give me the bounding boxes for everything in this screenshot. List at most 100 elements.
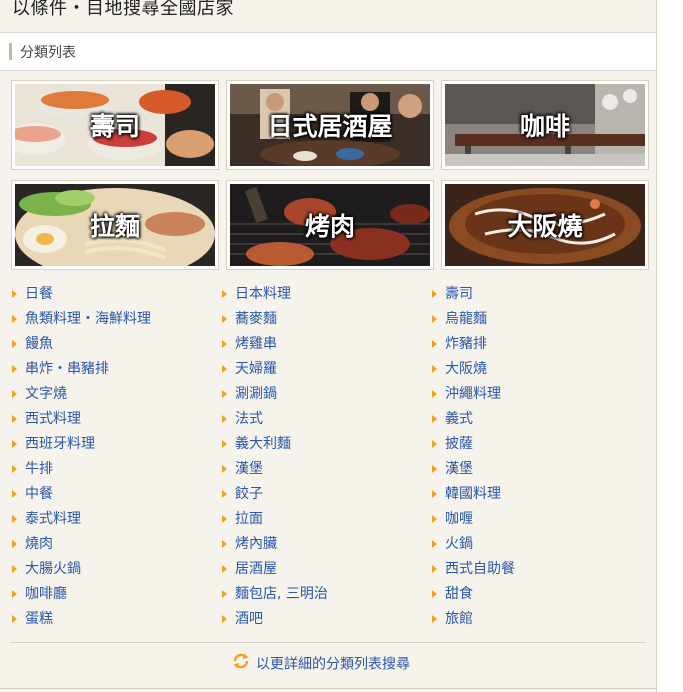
category-link[interactable]: 披薩 bbox=[432, 432, 515, 457]
arrow-right-icon bbox=[222, 565, 227, 573]
sushi-photo: 壽司 bbox=[15, 84, 215, 166]
category-link[interactable]: 日餐 bbox=[12, 282, 151, 307]
yakiniku-photo: 烤肉 bbox=[230, 184, 430, 266]
category-link[interactable]: 居酒屋 bbox=[222, 557, 328, 582]
arrow-right-icon bbox=[12, 365, 17, 373]
category-link[interactable]: 西式自助餐 bbox=[432, 557, 515, 582]
category-link-label: 咖啡廳 bbox=[25, 586, 67, 602]
category-link[interactable]: 大腸火鍋 bbox=[12, 557, 151, 582]
arrow-right-icon bbox=[432, 415, 437, 423]
arrow-right-icon bbox=[12, 540, 17, 548]
category-link[interactable]: 義式 bbox=[432, 407, 515, 432]
category-column-2: 日本料理蕎麥麵烤雞串 天婦羅 涮涮鍋法式義大利麵漢堡餃子拉面烤內臟居酒屋麵包店, 三… bbox=[222, 282, 328, 632]
arrow-right-icon bbox=[12, 465, 17, 473]
tile-sushi[interactable]: 壽司 bbox=[11, 80, 219, 170]
category-link-label: 文字燒 bbox=[25, 386, 67, 402]
category-link[interactable]: 烤內臟 bbox=[222, 532, 328, 557]
category-link[interactable]: 中餐 bbox=[12, 482, 151, 507]
category-link[interactable]: 酒吧 bbox=[222, 607, 328, 632]
category-link-label: 炸豬排 bbox=[445, 336, 487, 352]
arrow-right-icon bbox=[12, 440, 17, 448]
arrow-right-icon bbox=[12, 515, 17, 523]
category-link[interactable]: 文字燒 bbox=[12, 382, 151, 407]
arrow-right-icon bbox=[12, 590, 17, 598]
arrow-right-icon bbox=[222, 490, 227, 498]
category-link[interactable]: 串炸・串豬排 bbox=[12, 357, 151, 382]
category-link-label: 甜食 bbox=[445, 586, 473, 602]
category-link-label: 中餐 bbox=[25, 486, 53, 502]
category-link[interactable]: 漢堡 bbox=[222, 457, 328, 482]
category-link[interactable]: 韓國料理 bbox=[432, 482, 515, 507]
category-link-label: 酒吧 bbox=[235, 611, 263, 627]
category-link-label: 壽司 bbox=[445, 286, 473, 302]
arrow-right-icon bbox=[432, 340, 437, 348]
okonomiyaki-photo: 大阪燒 bbox=[445, 184, 645, 266]
arrow-right-icon bbox=[222, 390, 227, 398]
category-link[interactable]: 烏龍麵 bbox=[432, 307, 515, 332]
tile-label: 壽司 bbox=[89, 112, 140, 141]
category-link[interactable]: 日本料理 bbox=[222, 282, 328, 307]
arrow-right-icon bbox=[12, 615, 17, 623]
category-link[interactable]: 蛋糕 bbox=[12, 607, 151, 632]
category-link-label: 烤內臟 bbox=[235, 536, 277, 552]
category-link[interactable]: 天婦羅 bbox=[222, 357, 328, 382]
tile-okonomiyaki[interactable]: 大阪燒 bbox=[441, 180, 649, 270]
category-link[interactable]: 法式 bbox=[222, 407, 328, 432]
category-link-label: 麵包店, 三明治 bbox=[235, 586, 328, 602]
category-link[interactable]: 西班牙料理 bbox=[12, 432, 151, 457]
category-link[interactable]: 麵包店, 三明治 bbox=[222, 582, 328, 607]
detailed-category-search-link[interactable]: 以更詳細的分類列表搜尋 bbox=[232, 652, 410, 674]
arrow-right-icon bbox=[222, 540, 227, 548]
category-link-label: 旅館 bbox=[445, 611, 473, 627]
category-link[interactable]: 西式料理 bbox=[12, 407, 151, 432]
category-link[interactable]: 咖啡廳 bbox=[12, 582, 151, 607]
category-link[interactable]: 餃子 bbox=[222, 482, 328, 507]
category-link-label: 火鍋 bbox=[445, 536, 473, 552]
arrow-right-icon bbox=[432, 540, 437, 548]
tile-ramen[interactable]: 拉麵 bbox=[11, 180, 219, 270]
arrow-right-icon bbox=[222, 340, 227, 348]
arrow-right-icon bbox=[432, 365, 437, 373]
category-link[interactable]: 涮涮鍋 bbox=[222, 382, 328, 407]
tile-yakiniku[interactable]: 烤肉 bbox=[226, 180, 434, 270]
category-link[interactable]: 火鍋 bbox=[432, 532, 515, 557]
category-link[interactable]: 泰式料理 bbox=[12, 507, 151, 532]
category-link-label: 蕎麥麵 bbox=[235, 311, 277, 327]
category-link[interactable]: 沖繩料理 bbox=[432, 382, 515, 407]
category-link[interactable]: 炸豬排 bbox=[432, 332, 515, 357]
category-link[interactable]: 拉面 bbox=[222, 507, 328, 532]
tile-izakaya[interactable]: 日式居酒屋 bbox=[226, 80, 434, 170]
arrow-right-icon bbox=[12, 490, 17, 498]
category-link-label: 咖喱 bbox=[445, 511, 473, 527]
category-link[interactable]: 烤雞串 bbox=[222, 332, 328, 357]
tile-label: 咖啡 bbox=[519, 112, 570, 141]
category-link-label: 義大利麵 bbox=[235, 436, 291, 452]
category-link[interactable]: 壽司 bbox=[432, 282, 515, 307]
page-heading: 以條件・目地搜尋全國店家 bbox=[12, 0, 234, 19]
arrow-right-icon bbox=[12, 565, 17, 573]
category-link-label: 牛排 bbox=[25, 461, 53, 477]
category-link-label: 饅魚 bbox=[25, 336, 53, 352]
category-link-label: 烏龍麵 bbox=[445, 311, 487, 327]
category-link[interactable]: 蕎麥麵 bbox=[222, 307, 328, 332]
category-link[interactable]: 大阪燒 bbox=[432, 357, 515, 382]
category-link-label: 餃子 bbox=[235, 486, 263, 502]
arrow-right-icon bbox=[222, 415, 227, 423]
category-link[interactable]: 甜食 bbox=[432, 582, 515, 607]
category-column-3: 壽司烏龍麵炸豬排大阪燒 沖繩料理 義式 披薩漢堡韓國料理咖喱火鍋西式自助餐甜食旅館 bbox=[432, 282, 515, 632]
category-link[interactable]: 饅魚 bbox=[12, 332, 151, 357]
arrow-right-icon bbox=[222, 515, 227, 523]
category-link-label: 漢堡 bbox=[445, 461, 473, 477]
category-link-label: 法式 bbox=[235, 411, 263, 427]
category-link-label: 拉面 bbox=[235, 511, 263, 527]
category-link[interactable]: 旅館 bbox=[432, 607, 515, 632]
tile-coffee[interactable]: 咖啡 bbox=[441, 80, 649, 170]
category-link[interactable]: 燒肉 bbox=[12, 532, 151, 557]
category-link[interactable]: 漢堡 bbox=[432, 457, 515, 482]
arrow-right-icon bbox=[432, 390, 437, 398]
category-link[interactable]: 牛排 bbox=[12, 457, 151, 482]
category-link[interactable]: 義大利麵 bbox=[222, 432, 328, 457]
category-link[interactable]: 魚類料理・海鮮料理 bbox=[12, 307, 151, 332]
tile-label: 烤肉 bbox=[304, 212, 355, 241]
category-link[interactable]: 咖喱 bbox=[432, 507, 515, 532]
